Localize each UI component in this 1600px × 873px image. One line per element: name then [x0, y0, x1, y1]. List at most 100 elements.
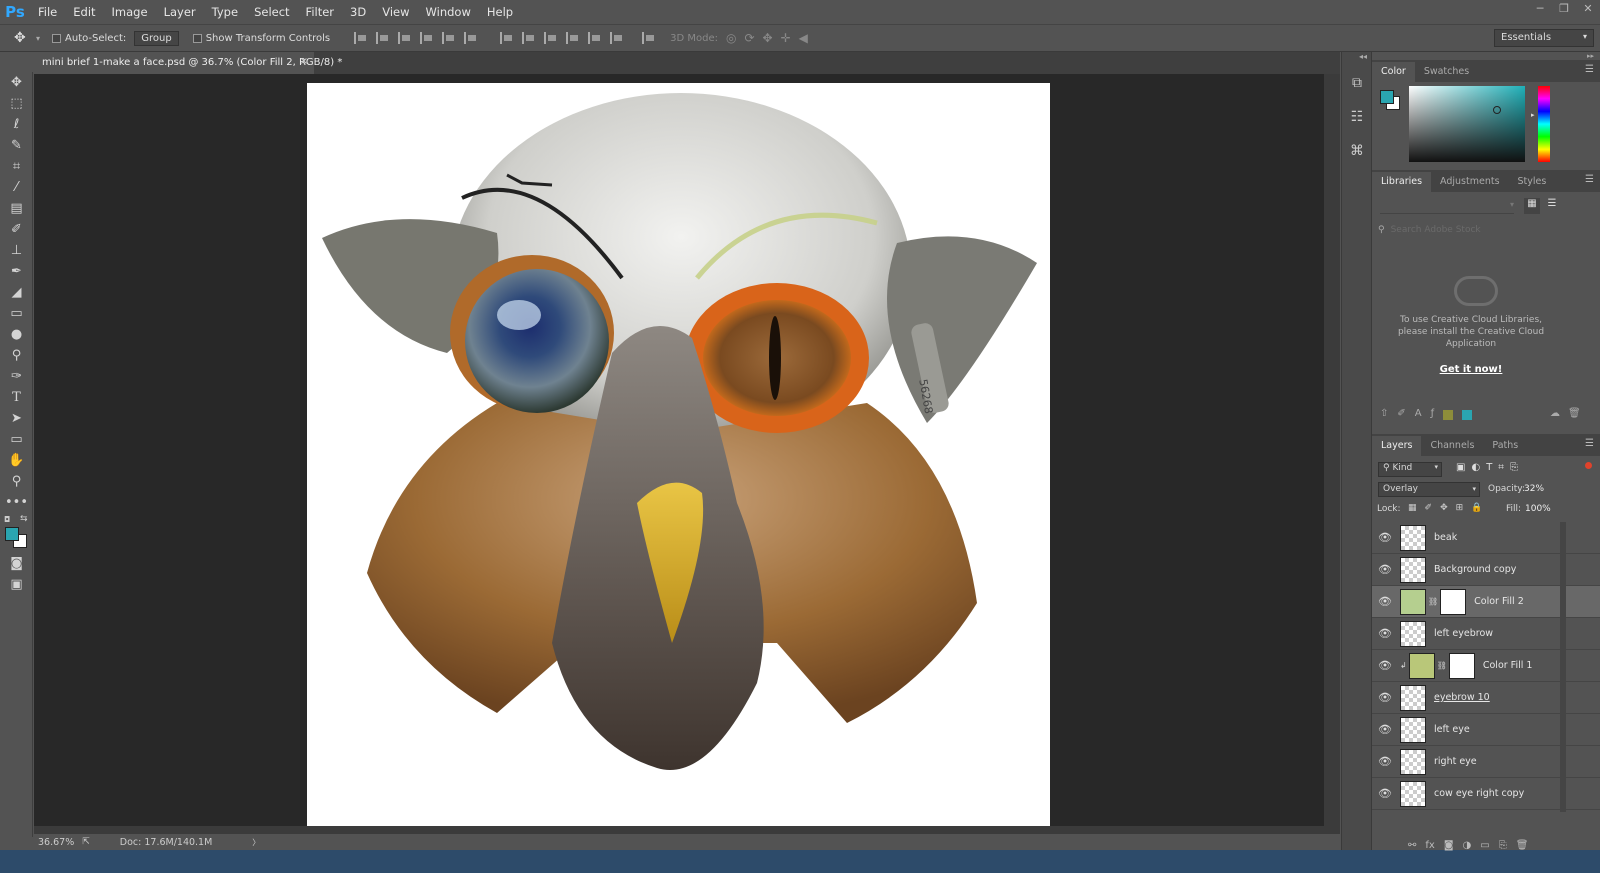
tab-channels[interactable]: Channels — [1421, 436, 1483, 456]
text-icon[interactable]: A — [1415, 408, 1422, 424]
blur-tool[interactable]: ● — [0, 324, 33, 345]
visibility-eye-icon[interactable]: 👁 — [1372, 531, 1398, 544]
document-tab[interactable]: mini brief 1-make a face.psd @ 36.7% (Co… — [34, 52, 342, 74]
fx-icon[interactable]: fx — [1425, 840, 1434, 851]
gradient-tool[interactable]: ▭ — [0, 303, 33, 324]
panel-menu-icon[interactable]: ☰ — [1585, 438, 1594, 449]
distribute-right-icon[interactable] — [610, 32, 624, 44]
history-brush-tool[interactable]: ✒ — [0, 261, 33, 282]
visibility-eye-icon[interactable]: 👁 — [1372, 627, 1398, 640]
lock-pixels-icon[interactable]: ✐ — [1425, 503, 1433, 513]
auto-select-checkbox[interactable] — [52, 33, 62, 43]
menu-view[interactable]: View — [374, 5, 417, 19]
menu-file[interactable]: File — [30, 5, 65, 19]
transform-controls-checkbox[interactable] — [192, 33, 202, 43]
shape-tool[interactable]: ▭ — [0, 429, 33, 450]
distribute-bottom-icon[interactable] — [544, 32, 558, 44]
visibility-eye-icon[interactable]: 👁 — [1372, 723, 1398, 736]
color-swatches[interactable]: ◘ ⇆ — [0, 513, 32, 553]
layer-name[interactable]: left eyebrow — [1434, 628, 1493, 639]
align-left-icon[interactable] — [420, 32, 434, 44]
layer-thumbnail[interactable] — [1400, 620, 1426, 647]
eyedropper-tool[interactable]: ⁄ — [0, 177, 33, 198]
panel-menu-icon[interactable]: ☰ — [1585, 64, 1594, 75]
move-tool-icon[interactable]: ✥ — [14, 30, 36, 46]
stamp-tool[interactable]: ⊥ — [0, 240, 33, 261]
brush-tool[interactable]: ✐ — [0, 219, 33, 240]
auto-align-icon[interactable] — [642, 32, 656, 44]
tab-libraries[interactable]: Libraries — [1372, 172, 1432, 192]
align-right-icon[interactable] — [464, 32, 478, 44]
pixel-filter-icon[interactable]: ▣ — [1456, 462, 1465, 473]
tab-styles[interactable]: Styles — [1509, 172, 1556, 192]
layer-mask-thumbnail[interactable] — [1440, 588, 1467, 615]
layer-name[interactable]: beak — [1434, 532, 1457, 543]
vertical-scrollbar[interactable] — [1324, 74, 1340, 834]
swatch-olive-icon[interactable] — [1443, 410, 1454, 420]
type-filter-icon[interactable]: T — [1486, 462, 1492, 473]
default-colors-icon[interactable]: ◘ — [4, 515, 10, 524]
align-top-icon[interactable] — [354, 32, 368, 44]
brush-icon[interactable]: ✐ — [1397, 408, 1405, 424]
layer-thumbnail[interactable] — [1400, 780, 1426, 807]
dodge-tool[interactable]: ⚲ — [0, 345, 33, 366]
stock-search-input[interactable]: ⚲ Search Adobe Stock — [1378, 222, 1564, 238]
distribute-left-icon[interactable] — [566, 32, 580, 44]
distribute-vcenter-icon[interactable] — [522, 32, 536, 44]
horizontal-scrollbar[interactable] — [34, 826, 1324, 834]
filter-toggle-icon[interactable] — [1585, 462, 1592, 469]
zoom-tool[interactable]: ⚲ — [0, 471, 33, 492]
layer-name[interactable]: right eye — [1434, 756, 1477, 767]
fill-value[interactable]: 100% — [1525, 504, 1551, 514]
layer-name[interactable]: Color Fill 1 — [1483, 660, 1533, 671]
distribute-top-icon[interactable] — [500, 32, 514, 44]
lock-artboard-icon[interactable]: ⊞ — [1456, 503, 1464, 513]
menu-window[interactable]: Window — [418, 5, 479, 19]
shape-filter-icon[interactable]: ⌗ — [1498, 462, 1504, 473]
smart-object-filter-icon[interactable]: ⎘ — [1510, 462, 1518, 473]
tab-color[interactable]: Color — [1372, 62, 1415, 82]
menu-edit[interactable]: Edit — [65, 5, 103, 19]
layer-name[interactable]: left eye — [1434, 724, 1470, 735]
link-layers-icon[interactable]: ⚯ — [1408, 840, 1416, 851]
new-layer-icon[interactable]: ⎘ — [1499, 840, 1507, 851]
swap-colors-icon[interactable]: ⇆ — [20, 514, 28, 524]
fx-icon[interactable]: ƒ — [1431, 408, 1435, 424]
menu-select[interactable]: Select — [246, 5, 297, 19]
export-icon[interactable]: ⇱ — [82, 837, 90, 847]
menu-layer[interactable]: Layer — [156, 5, 204, 19]
mask-link-icon[interactable]: ⛓ — [1428, 597, 1438, 606]
status-menu-arrow-icon[interactable]: 〉 — [252, 837, 260, 848]
delete-layer-icon[interactable]: 🗑 — [1516, 840, 1529, 851]
get-it-now-link[interactable]: Get it now! — [1396, 364, 1546, 375]
layer-mask-thumbnail[interactable] — [1448, 652, 1475, 679]
eraser-tool[interactable]: ◢ — [0, 282, 33, 303]
path-select-tool[interactable]: ➤ — [0, 408, 33, 429]
upload-icon[interactable]: ⇧ — [1380, 408, 1388, 424]
healing-tool[interactable]: ▤ — [0, 198, 33, 219]
layer-thumbnail[interactable] — [1400, 684, 1426, 711]
tool-preset-chevron-icon[interactable]: ▾ — [36, 34, 40, 43]
lock-position-icon[interactable]: ✥ — [1440, 503, 1448, 513]
marquee-tool[interactable]: ⬚ — [0, 93, 33, 114]
tab-paths[interactable]: Paths — [1483, 436, 1527, 456]
zoom-level[interactable]: 36.67% — [38, 837, 74, 848]
visibility-eye-icon[interactable]: 👁 — [1372, 659, 1398, 672]
quick-mask-button[interactable]: ◙ — [0, 553, 33, 574]
close-icon[interactable]: × — [300, 56, 308, 67]
layers-scrollbar[interactable] — [1560, 522, 1566, 812]
adjustment-layer-icon[interactable]: ◑ — [1463, 840, 1472, 851]
menu-help[interactable]: Help — [479, 5, 521, 19]
visibility-eye-icon[interactable]: 👁 — [1372, 787, 1398, 800]
layer-thumbnail[interactable] — [1400, 588, 1426, 615]
visibility-eye-icon[interactable]: 👁 — [1372, 755, 1398, 768]
align-bottom-icon[interactable] — [398, 32, 412, 44]
auto-select-dropdown[interactable]: Group — [134, 30, 179, 46]
foreground-color-swatch[interactable] — [1380, 90, 1394, 104]
canvas-artboard[interactable]: 56268 — [307, 83, 1050, 826]
close-window-button[interactable]: ✕ — [1576, 0, 1600, 20]
lock-all-icon[interactable]: 🔒 — [1471, 503, 1482, 513]
expand-panels-icon[interactable]: ▸▸ — [1372, 52, 1600, 60]
3d-mode-icons[interactable]: ◎⟳✥✛◀ — [726, 31, 816, 45]
type-tool[interactable]: T — [0, 387, 33, 408]
